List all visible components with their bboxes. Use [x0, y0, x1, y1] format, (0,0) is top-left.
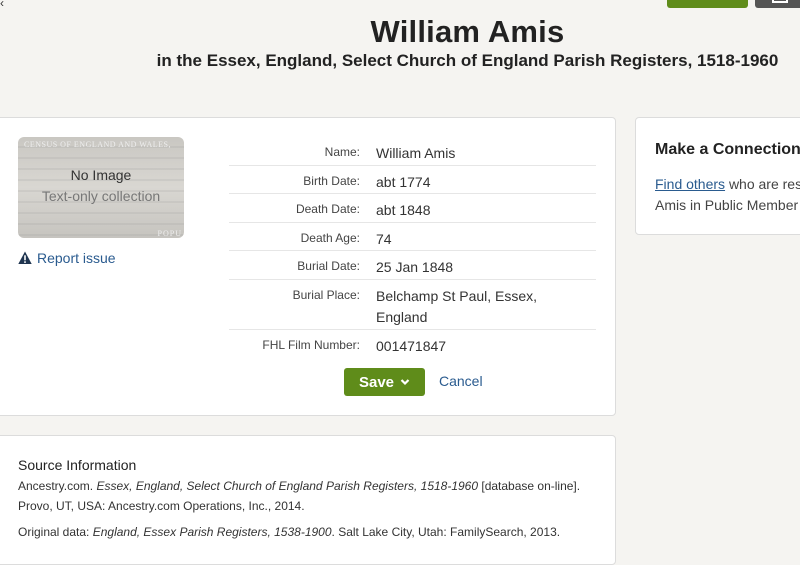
top-print-button[interactable]: [755, 0, 800, 8]
page-title: William Amis: [370, 14, 565, 49]
fact-row-name: Name: William Amis: [229, 137, 596, 166]
source-citation-post: [database on-line].: [478, 479, 581, 493]
report-issue-link[interactable]: Report issue: [18, 250, 116, 266]
fact-label: FHL Film Number:: [262, 338, 360, 352]
save-button-label: Save: [358, 373, 395, 391]
fact-row-birth-date: Birth Date: abt 1774: [229, 166, 596, 194]
record-image-thumbnail: CENSUS OF ENGLAND AND WALES, POPU No Ima…: [18, 137, 184, 238]
connection-text: Find others who are res Amis in Public M…: [655, 174, 800, 216]
fact-label: Birth Date:: [303, 174, 360, 188]
fact-label: Death Age:: [300, 231, 360, 245]
thumbnail-bg-text-bottom: POPU: [157, 229, 182, 238]
source-citation-pre: Ancestry.com.: [18, 479, 97, 493]
fact-row-death-date: Death Date: abt 1848: [229, 194, 596, 223]
page-subtitle: in the Essex, England, Select Church of …: [156, 51, 779, 70]
print-icon: [772, 0, 788, 3]
top-green-button[interactable]: [667, 0, 748, 8]
fact-label: Death Date:: [295, 202, 360, 216]
warning-icon: [18, 251, 32, 264]
fact-label: Name:: [324, 145, 360, 159]
save-button[interactable]: Save: [344, 368, 425, 396]
source-citation-title: Essex, England, Select Church of England…: [96, 479, 479, 493]
source-citation: Ancestry.com. Essex, England, Select Chu…: [18, 476, 598, 516]
fact-value: 001471847: [376, 338, 447, 354]
fact-row-burial-place: Burial Place: Belchamp St Paul, Essex, E…: [229, 280, 596, 330]
thumbnail-bg-text: CENSUS OF ENGLAND AND WALES,: [24, 140, 171, 149]
fact-value: abt 1774: [376, 174, 431, 190]
fact-value: 25 Jan 1848: [376, 259, 454, 275]
connection-title: Make a Connection: [655, 141, 800, 158]
connection-text-line2: Amis in Public Member: [655, 197, 799, 213]
fact-value: 74: [376, 231, 392, 247]
find-others-link[interactable]: Find others: [655, 176, 725, 192]
report-issue-label: Report issue: [37, 250, 116, 266]
connection-text-rest: who are res: [728, 176, 800, 192]
no-image-label: No Image: [70, 167, 132, 183]
original-data-pre: Original data:: [18, 525, 93, 539]
original-data-title: England, Essex Parish Registers, 1538-19…: [92, 525, 332, 539]
text-only-label: Text-only collection: [41, 188, 161, 204]
original-data-post: . Salt Lake City, Utah: FamilySearch, 20…: [331, 525, 561, 539]
fact-value: William Amis: [376, 145, 456, 161]
fact-label: Burial Date:: [297, 259, 360, 273]
fact-value: Belchamp St Paul, Essex, England: [376, 288, 538, 325]
fact-row-burial-date: Burial Date: 25 Jan 1848: [229, 251, 596, 280]
source-information-heading: Source Information: [18, 457, 137, 473]
fact-row-fhl-film-number: FHL Film Number: 001471847: [229, 330, 596, 359]
source-citation-publisher: Provo, UT, USA: Ancestry.com Operations,…: [18, 499, 305, 513]
back-arrow-icon[interactable]: ‹: [0, 0, 4, 10]
fact-value: abt 1848: [376, 202, 431, 218]
facts-table: Name: William Amis Birth Date: abt 1774 …: [229, 137, 596, 359]
cancel-link[interactable]: Cancel: [439, 373, 483, 389]
chevron-down-icon: [400, 379, 410, 386]
fact-label: Burial Place:: [292, 288, 360, 302]
fact-row-death-age: Death Age: 74: [229, 223, 596, 251]
original-data: Original data: England, Essex Parish Reg…: [18, 522, 598, 542]
